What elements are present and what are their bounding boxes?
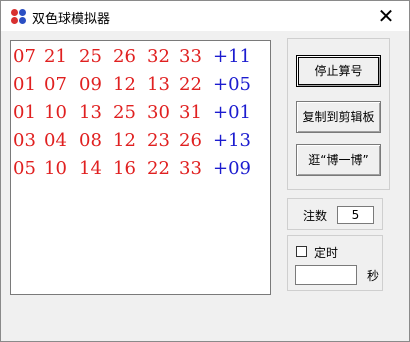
icon-ball (19, 17, 26, 24)
count-label: 注数 (303, 209, 328, 223)
red-ball-number: 07 (44, 74, 67, 95)
red-ball-number: 22 (179, 74, 202, 95)
red-ball-number: 30 (147, 102, 170, 123)
blue-ball-number: +13 (213, 130, 251, 151)
red-ball-number: 32 (147, 46, 170, 67)
red-ball-number: 13 (147, 74, 170, 95)
red-ball-number: 04 (44, 130, 67, 151)
count-panel: 注数 5 (287, 198, 383, 230)
blue-ball-number: +05 (213, 74, 251, 95)
red-ball-number: 22 (147, 158, 170, 179)
timer-checkbox[interactable] (296, 246, 307, 257)
red-ball-number: 12 (113, 130, 136, 151)
red-ball-number: 26 (179, 130, 202, 151)
red-ball-number: 25 (79, 46, 102, 67)
timer-seconds-input[interactable] (295, 265, 357, 285)
red-ball-number: 01 (13, 74, 36, 95)
red-ball-number: 01 (13, 102, 36, 123)
blue-ball-number: +11 (213, 46, 251, 67)
red-ball-number: 14 (79, 158, 102, 179)
copy-to-clipboard-button[interactable]: 复制到剪辑板 (296, 101, 381, 133)
gamble-button[interactable]: 逛“博一博” (296, 144, 381, 176)
window-title: 双色球模拟器 (32, 12, 111, 27)
red-ball-number: 07 (13, 46, 36, 67)
red-ball-number: 03 (13, 130, 36, 151)
app-window: 双色球模拟器 ✕ 07 21 25 26 32 33 +11 01 07 09 … (0, 0, 410, 342)
seconds-unit-label: 秒 (367, 269, 380, 283)
app-lottery-icon (11, 9, 27, 25)
red-ball-number: 13 (79, 102, 102, 123)
icon-ball (11, 9, 18, 16)
red-ball-number: 23 (147, 130, 170, 151)
red-ball-number: 33 (179, 158, 202, 179)
icon-ball (11, 17, 18, 24)
red-ball-number: 31 (179, 102, 202, 123)
results-output[interactable]: 07 21 25 26 32 33 +11 01 07 09 12 13 22 … (10, 40, 271, 295)
icon-ball (19, 9, 26, 16)
action-panel: 停止算号 复制到剪辑板 逛“博一博” (287, 38, 390, 190)
title-bar[interactable]: 双色球模拟器 ✕ (1, 1, 409, 31)
red-ball-number: 09 (79, 74, 102, 95)
red-ball-number: 16 (113, 158, 136, 179)
red-ball-number: 33 (179, 46, 202, 67)
blue-ball-number: +01 (213, 102, 251, 123)
red-ball-number: 21 (44, 46, 67, 67)
red-ball-number: 10 (44, 102, 67, 123)
red-ball-number: 10 (44, 158, 67, 179)
stop-button[interactable]: 停止算号 (296, 55, 381, 87)
red-ball-number: 08 (79, 130, 102, 151)
red-ball-number: 26 (113, 46, 136, 67)
count-input[interactable]: 5 (337, 206, 374, 224)
blue-ball-number: +09 (213, 158, 251, 179)
timer-label: 定时 (314, 246, 339, 260)
red-ball-number: 12 (113, 74, 136, 95)
close-icon[interactable]: ✕ (363, 1, 409, 31)
timer-panel: 定时 秒 (287, 235, 383, 291)
red-ball-number: 05 (13, 158, 36, 179)
red-ball-number: 25 (113, 102, 136, 123)
